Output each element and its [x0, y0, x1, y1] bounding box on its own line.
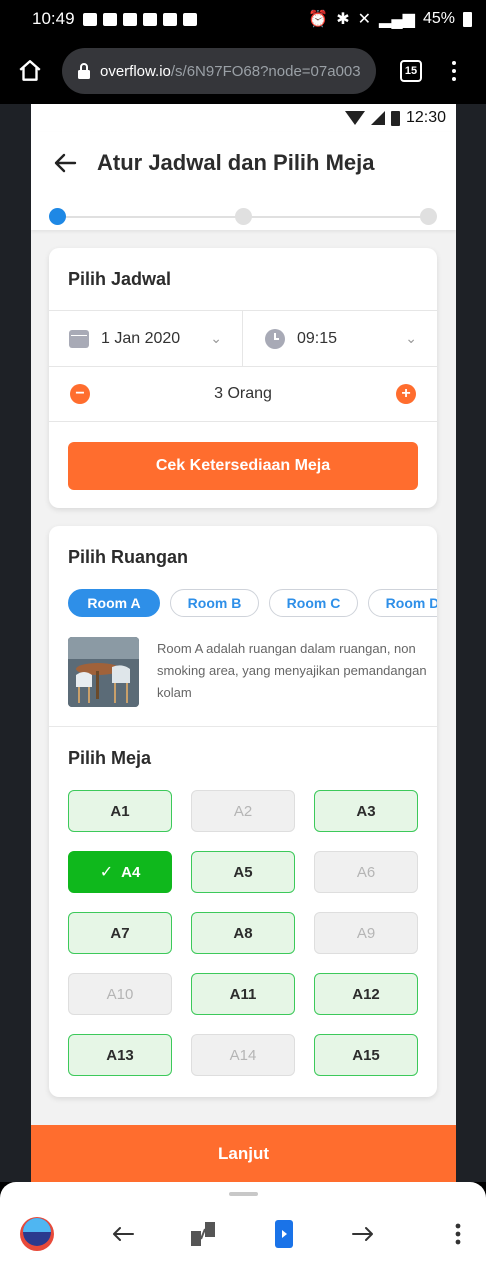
home-icon [19, 60, 41, 81]
bluetooth-icon: ✱ [336, 11, 350, 28]
table-button[interactable]: A11 [191, 973, 295, 1015]
table-grid: A1 A2 A3 ✓ A4 A5 A6 A7 A8 A9 A10 A11 A12 … [68, 790, 418, 1076]
bottom-toolbar [0, 1182, 486, 1261]
table-button[interactable]: A12 [314, 973, 418, 1015]
table-button[interactable]: A1 [68, 790, 172, 832]
calendar-icon [69, 329, 89, 348]
plus-circle-icon[interactable]: + [396, 384, 416, 404]
date-picker[interactable]: 1 Jan 2020 ⌄ [49, 310, 243, 367]
step-3-dot [420, 208, 437, 225]
status-time: 10:49 [32, 9, 75, 28]
app-frame: 12:30 Atur Jadwal dan Pilih Meja Pilih J… [31, 104, 456, 1182]
room-chip-b[interactable]: Room B [170, 589, 259, 617]
date-value: 1 Jan 2020 [101, 329, 181, 347]
table-button: A14 [191, 1034, 295, 1076]
room-description: Room A adalah ruangan dalam ruangan, non… [157, 641, 427, 700]
youtube-icon [102, 12, 117, 26]
table-button[interactable]: A7 [68, 912, 172, 954]
step-1-dot [49, 208, 66, 225]
chevron-down-icon: ⌄ [405, 330, 417, 346]
gallery-icon [182, 12, 197, 26]
room-chip-a[interactable]: Room A [68, 589, 160, 617]
room-card: Pilih Ruangan Room A Room B Room C Room … [49, 526, 437, 1097]
mute-icon: ✕ [357, 11, 372, 28]
cell-signal-icon [370, 111, 385, 125]
app-status-time: 12:30 [405, 109, 446, 126]
check-availability-button[interactable]: Cek Ketersediaan Meja [68, 442, 418, 490]
battery-icon [390, 110, 400, 126]
people-row: − 3 Orang + [49, 366, 437, 422]
check-icon: ✓ [99, 864, 114, 881]
step-2-dot [235, 208, 252, 225]
continue-button[interactable]: Lanjut [31, 1125, 456, 1182]
chat-icon [82, 12, 97, 26]
date-time-row: 1 Jan 2020 ⌄ 09:15 ⌄ [49, 310, 437, 367]
drag-handle[interactable] [229, 1192, 258, 1196]
table-button[interactable]: A8 [191, 912, 295, 954]
room-chip-d[interactable]: Room D [368, 589, 437, 617]
lock-icon [76, 62, 92, 80]
progress-stepper [49, 208, 437, 225]
browser-toolbar: overflow.io/s/6N97FO68?node=07a003 15 [0, 38, 486, 104]
table-button[interactable]: A5 [191, 851, 295, 893]
notification-icons [82, 12, 197, 26]
table-button: A10 [68, 973, 172, 1015]
play-icon[interactable] [265, 1215, 303, 1253]
page-title: Atur Jadwal dan Pilih Meja [97, 150, 375, 175]
clock-icon [265, 328, 285, 349]
status-bar: 10:49 ⏰ ✱ ✕ ▂▄▆ 45% [0, 0, 486, 38]
app-status-bar: 12:30 [31, 104, 456, 132]
room-title: Pilih Ruangan [68, 547, 189, 567]
home-button[interactable] [12, 53, 48, 89]
tables-title: Pilih Meja [68, 748, 152, 768]
room-photo [68, 637, 139, 707]
tab-switcher-button[interactable]: 15 [400, 60, 422, 82]
room-selector: Room A Room B Room C Room D [68, 589, 437, 617]
arrow-left-icon[interactable] [53, 152, 77, 178]
browser-menu-icon[interactable] [452, 61, 456, 81]
time-value: 09:15 [297, 329, 338, 347]
instagram-icon [142, 12, 157, 26]
app-header: Atur Jadwal dan Pilih Meja [31, 132, 456, 230]
table-button: A2 [191, 790, 295, 832]
people-count: 3 Orang [214, 385, 272, 402]
battery-percent: 45% [422, 10, 455, 27]
url-path: /s/6N97FO68?node=07a003 [170, 62, 361, 80]
phone-screen: 10:49 ⏰ ✱ ✕ ▂▄▆ 45% overflow.io/s/6N97FO [0, 0, 486, 1261]
table-button-selected[interactable]: ✓ A4 [68, 851, 172, 893]
table-button[interactable]: A3 [314, 790, 418, 832]
twitter-icon [162, 12, 177, 26]
url-host: overflow.io [100, 62, 171, 80]
overview-icon[interactable] [184, 1215, 222, 1253]
schedule-card: Pilih Jadwal 1 Jan 2020 ⌄ 09:15 ⌄ − 3 Or… [49, 248, 437, 508]
system-icons: ⏰ ✱ ✕ ▂▄▆ 45% [308, 9, 472, 29]
table-button[interactable]: A15 [314, 1034, 418, 1076]
time-picker[interactable]: 09:15 ⌄ [243, 311, 437, 367]
section-divider [49, 726, 437, 727]
address-bar[interactable]: overflow.io/s/6N97FO68?node=07a003 [62, 48, 376, 94]
room-chip-c[interactable]: Room C [269, 589, 358, 617]
table-button: A9 [314, 912, 418, 954]
schedule-title: Pilih Jadwal [68, 269, 172, 289]
chevron-down-icon: ⌄ [210, 330, 222, 346]
minus-circle-icon[interactable]: − [70, 384, 90, 404]
wifi-icon [344, 111, 365, 125]
table-button: A6 [314, 851, 418, 893]
more-icon[interactable] [439, 1215, 477, 1253]
signal-icon: ▂▄▆ [379, 11, 415, 28]
table-button[interactable]: A13 [68, 1034, 172, 1076]
forward-arrow-icon[interactable] [344, 1215, 382, 1253]
app-logo-icon[interactable] [18, 1215, 56, 1253]
instagram-icon [122, 12, 137, 26]
battery-icon [463, 11, 472, 27]
alarm-icon: ⏰ [308, 11, 329, 28]
back-arrow-icon[interactable] [104, 1215, 142, 1253]
